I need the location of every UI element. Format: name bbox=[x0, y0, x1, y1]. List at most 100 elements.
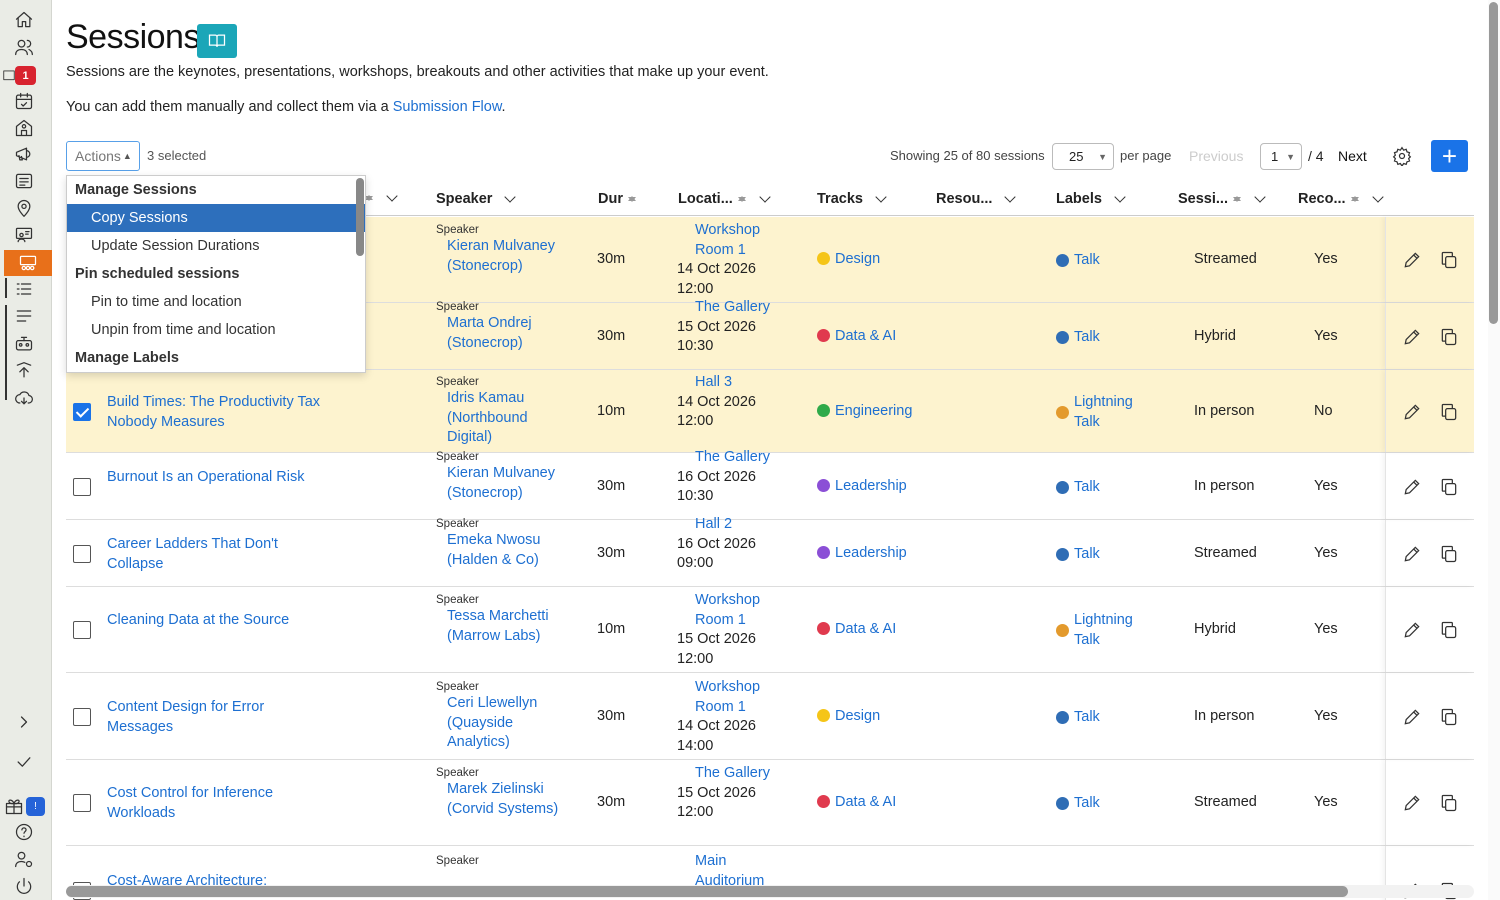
track-link[interactable]: Data & AI bbox=[835, 621, 896, 637]
user-settings-icon[interactable] bbox=[11, 848, 37, 870]
column-recorded[interactable]: Reco... bbox=[1298, 191, 1388, 207]
location-link[interactable]: Hall 3 bbox=[677, 373, 787, 393]
location-link[interactable]: The Gallery bbox=[677, 298, 787, 318]
vertical-scrollbar[interactable] bbox=[1488, 0, 1500, 900]
edit-icon[interactable] bbox=[1402, 250, 1422, 270]
edit-icon[interactable] bbox=[1402, 620, 1422, 640]
session-title-link[interactable]: Build Times: The Productivity Tax Nobody… bbox=[107, 393, 327, 432]
per-page-select[interactable]: 25 ▼ bbox=[1052, 143, 1114, 170]
inbox-icon[interactable] bbox=[2, 64, 16, 86]
speaker-link[interactable]: Marek Zielinski (Corvid Systems) bbox=[436, 780, 576, 819]
track-link[interactable]: Design bbox=[835, 708, 880, 724]
list-icon[interactable] bbox=[11, 170, 37, 192]
table-row[interactable]: Burnout Is an Operational Risk Speaker Kie… bbox=[66, 449, 1474, 520]
checklist-icon[interactable] bbox=[11, 278, 37, 300]
edit-icon[interactable] bbox=[1402, 793, 1422, 813]
label-link[interactable]: Talk bbox=[1074, 794, 1144, 814]
track-tag[interactable]: Leadership bbox=[817, 477, 907, 497]
session-title-link[interactable]: Cleaning Data at the Source bbox=[107, 611, 327, 631]
row-checkbox[interactable] bbox=[73, 794, 91, 812]
row-checkbox[interactable] bbox=[73, 478, 91, 496]
menu-item-unpin[interactable]: Unpin from time and location bbox=[67, 316, 365, 344]
sessions-icon[interactable] bbox=[4, 250, 52, 276]
menu-item-update-durations[interactable]: Update Session Durations bbox=[67, 232, 365, 260]
horizontal-scrollbar[interactable] bbox=[66, 885, 1474, 898]
row-checkbox[interactable] bbox=[73, 708, 91, 726]
duplicate-icon[interactable] bbox=[1439, 327, 1459, 347]
duplicate-icon[interactable] bbox=[1439, 707, 1459, 727]
table-settings-button[interactable] bbox=[1392, 146, 1414, 168]
track-link[interactable]: Leadership bbox=[835, 545, 907, 561]
label-tag[interactable]: Talk bbox=[1056, 241, 1156, 280]
speaker-link[interactable]: Tessa Marchetti (Marrow Labs) bbox=[436, 607, 576, 646]
edit-icon[interactable] bbox=[1402, 402, 1422, 422]
location-link[interactable]: The Gallery bbox=[677, 448, 787, 468]
label-link[interactable]: Talk bbox=[1074, 251, 1144, 271]
column-labels[interactable]: Labels bbox=[1056, 191, 1130, 207]
column-speaker[interactable]: Speaker bbox=[436, 191, 520, 207]
row-checkbox[interactable] bbox=[73, 403, 91, 421]
duplicate-icon[interactable] bbox=[1439, 477, 1459, 497]
speaker-link[interactable]: Emeka Nwosu (Halden & Co) bbox=[436, 531, 576, 570]
track-link[interactable]: Data & AI bbox=[835, 794, 896, 810]
column-tracks[interactable]: Tracks bbox=[817, 191, 891, 207]
label-tag[interactable]: Talk bbox=[1056, 535, 1156, 574]
location-link[interactable]: The Gallery bbox=[677, 764, 787, 784]
row-checkbox[interactable] bbox=[73, 545, 91, 563]
location-icon[interactable] bbox=[11, 197, 37, 219]
label-link[interactable]: Talk bbox=[1074, 708, 1144, 728]
help-book-button[interactable] bbox=[197, 24, 237, 58]
duplicate-icon[interactable] bbox=[1439, 250, 1459, 270]
location-link[interactable]: Workshop Room 1 bbox=[677, 678, 787, 717]
location-link[interactable]: Workshop Room 1 bbox=[677, 221, 787, 260]
check-icon[interactable] bbox=[11, 751, 37, 773]
label-tag[interactable]: Talk bbox=[1056, 468, 1156, 507]
track-link[interactable]: Data & AI bbox=[835, 328, 896, 344]
next-button[interactable]: Next bbox=[1338, 148, 1367, 164]
previous-button[interactable]: Previous bbox=[1189, 148, 1243, 164]
column-resources[interactable]: Resou... bbox=[936, 191, 1020, 207]
venue-icon[interactable] bbox=[11, 117, 37, 139]
speaker-link[interactable]: Marta Ondrej (Stonecrop) bbox=[436, 314, 576, 353]
label-link[interactable]: Lightning Talk bbox=[1074, 611, 1144, 650]
session-title-link[interactable]: Cost Control for Inference Workloads bbox=[107, 784, 327, 823]
download-icon[interactable] bbox=[11, 387, 37, 409]
edit-icon[interactable] bbox=[1402, 477, 1422, 497]
megaphone-icon[interactable] bbox=[11, 143, 37, 165]
table-row[interactable]: Build Times: The Productivity Tax Nobody… bbox=[66, 370, 1474, 453]
track-tag[interactable]: Data & AI bbox=[817, 793, 896, 813]
location-link[interactable]: Hall 2 bbox=[677, 515, 787, 535]
table-row[interactable]: Cost Control for Inference Workloads Spea… bbox=[66, 760, 1474, 846]
track-link[interactable]: Design bbox=[835, 251, 880, 267]
table-row[interactable]: Cleaning Data at the Source Speaker Tessa … bbox=[66, 587, 1474, 673]
track-tag[interactable]: Data & AI bbox=[817, 327, 896, 347]
robot-icon[interactable] bbox=[11, 333, 37, 355]
track-tag[interactable]: Data & AI bbox=[817, 620, 896, 640]
column-session-type[interactable]: Sessi... bbox=[1178, 191, 1270, 207]
expand-icon[interactable] bbox=[11, 711, 37, 733]
menu-item-pin[interactable]: Pin to time and location bbox=[67, 288, 365, 316]
column-location[interactable]: Locati... bbox=[678, 191, 775, 207]
help-icon[interactable] bbox=[11, 821, 37, 843]
duplicate-icon[interactable] bbox=[1439, 402, 1459, 422]
duplicate-icon[interactable] bbox=[1439, 620, 1459, 640]
row-checkbox[interactable] bbox=[73, 621, 91, 639]
track-link[interactable]: Leadership bbox=[835, 478, 907, 494]
track-tag[interactable]: Engineering bbox=[817, 402, 912, 422]
session-title-link[interactable]: Content Design for Error Messages bbox=[107, 698, 327, 737]
power-icon[interactable] bbox=[11, 875, 37, 897]
column-duration[interactable]: Dur bbox=[598, 191, 637, 207]
menu-icon[interactable] bbox=[11, 305, 37, 327]
label-link[interactable]: Talk bbox=[1074, 545, 1144, 565]
track-tag[interactable]: Leadership bbox=[817, 544, 907, 564]
speaker-link[interactable]: Idris Kamau (Northbound Digital) bbox=[436, 389, 576, 448]
track-tag[interactable]: Design bbox=[817, 250, 880, 270]
duplicate-icon[interactable] bbox=[1439, 544, 1459, 564]
actions-dropdown[interactable]: Actions ▲ bbox=[66, 141, 140, 171]
label-tag[interactable]: Talk bbox=[1056, 318, 1156, 357]
speaker-link[interactable]: Ceri Llewellyn (Quayside Analytics) bbox=[436, 694, 576, 753]
calendar-icon[interactable] bbox=[11, 90, 37, 112]
edit-icon[interactable] bbox=[1402, 544, 1422, 564]
table-row[interactable]: Content Design for Error Messages Speaker… bbox=[66, 673, 1474, 760]
speaker-icon[interactable] bbox=[11, 224, 37, 246]
